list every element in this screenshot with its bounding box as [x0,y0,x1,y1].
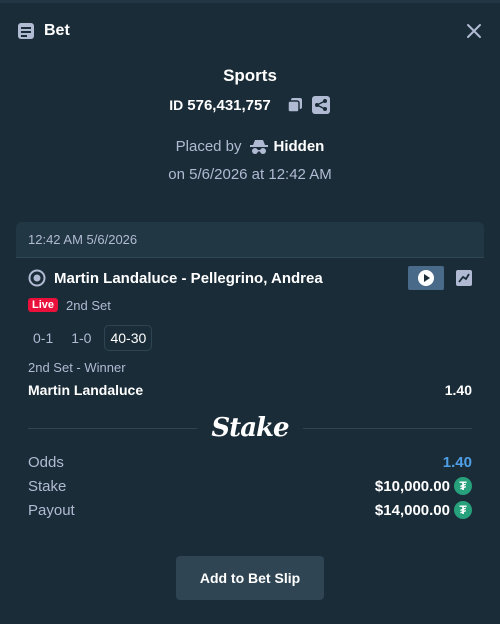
stake-value: $10,000.00 [374,477,450,495]
brand-divider: Stake [28,412,473,444]
stake-row: Stake $10,000.00 ₮ [28,474,472,498]
bet-card: 12:42 AM 5/6/2026 Martin Landaluce - Pel… [16,222,484,539]
divider-line [28,427,198,429]
odds-label: Odds [28,453,64,471]
payout-amount: $14,000.00 ₮ [375,501,472,519]
modal-title: Bet [44,22,70,39]
play-icon[interactable] [418,270,434,286]
divider-line [302,427,473,429]
payout-row: Payout $14,000.00 ₮ [28,498,472,522]
score-row: 0-1 1-0 40-30 [28,322,472,354]
bet-id-value: 576,431,757 [187,96,271,114]
live-stream-thumbnail[interactable] [408,266,444,290]
copy-icon[interactable] [285,95,305,115]
incognito-icon [249,139,268,155]
add-to-bet-slip-button[interactable]: Add to Bet Slip [176,556,324,600]
sport-title: Sports [223,66,277,85]
placed-by-row: Placed by Hidden [0,138,500,155]
bet-totals: Odds 1.40 Stake $10,000.00 ₮ Payout $14,… [28,450,472,522]
match-row: Martin Landaluce - Pellegrino, Andrea [28,258,472,298]
payout-label: Payout [28,501,75,519]
close-icon[interactable] [464,21,484,41]
stake-amount: $10,000.00 ₮ [375,477,472,495]
selection-row: Martin Landaluce 1.40 [28,382,472,398]
status-row: Live 2nd Set [28,294,472,316]
stake-label: Stake [28,477,67,495]
match-period: 2nd Set [66,297,111,313]
bet-id-label: ID [169,97,184,113]
bet-timestamp: 12:42 AM 5/6/2026 [16,222,484,258]
placed-date: on 5/6/2026 at 12:42 AM [168,166,332,183]
score-current-game: 40-30 [104,325,153,351]
bet-card-body: Martin Landaluce - Pellegrino, Andrea Li… [16,258,484,539]
payout-value: $14,000.00 [374,501,450,519]
odds-row: Odds 1.40 [28,450,472,474]
modal-header: Bet [0,0,500,62]
placed-by-name: Hidden [273,138,325,155]
share-icon[interactable] [311,95,331,115]
tether-icon: ₮ [454,501,472,519]
score-set-1: 0-1 [33,330,54,346]
tether-icon: ₮ [454,477,472,495]
match-name[interactable]: Martin Landaluce - Pellegrino, Andrea [54,270,408,287]
bet-summary: Sports ID 576,431,757 Placed by Hidden o… [0,62,500,183]
placed-by-label: Placed by [175,138,242,155]
odds-value: 1.40 [442,453,472,471]
selection-name: Martin Landaluce [28,382,144,398]
score-set-2: 1-0 [71,330,92,346]
stake-logo: Stake [211,413,289,443]
bet-id-row: ID 576,431,757 [0,95,500,115]
selection-odds: 1.40 [444,382,472,398]
market-name: 2nd Set - Winner [28,360,126,375]
bet-slip-icon [16,21,36,41]
statistics-icon[interactable] [456,270,472,286]
tennis-ball-icon [28,269,46,287]
live-badge: Live [28,298,59,312]
